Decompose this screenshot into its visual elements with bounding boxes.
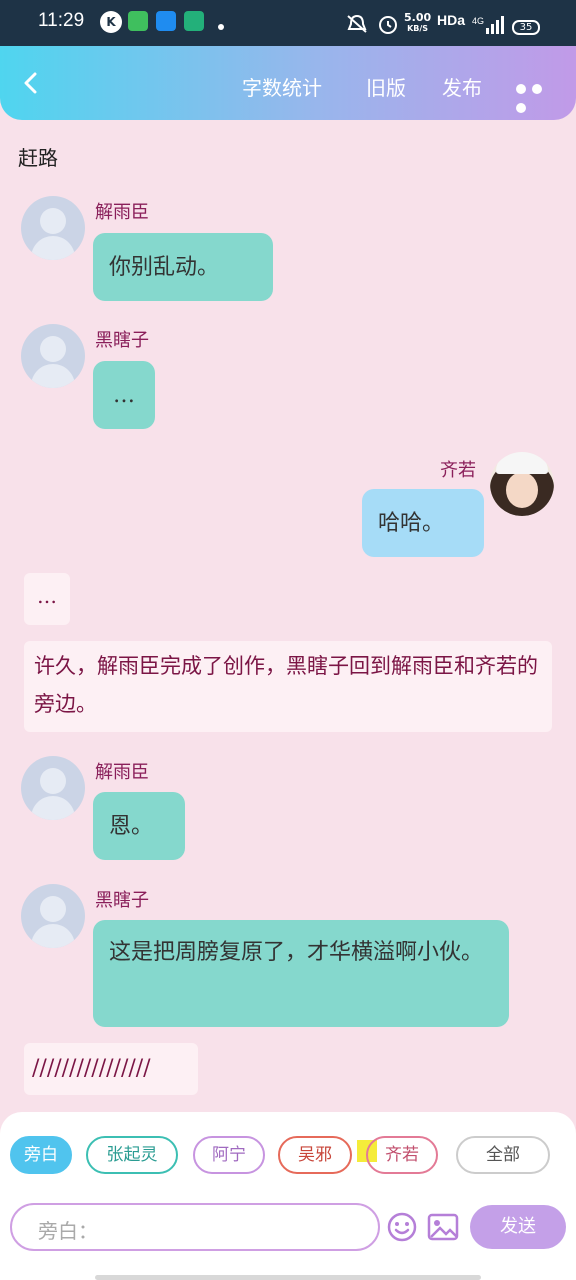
avatar[interactable] [21,756,85,820]
signal-type: 4G [472,16,485,26]
network-type: HDa [437,12,466,28]
sender-name: 解雨臣 [95,762,149,783]
more-options-icon[interactable] [516,79,560,113]
sender-name: 齐若 [440,460,476,481]
back-arrow-icon[interactable] [20,72,42,94]
k-app-icon: K [100,11,122,33]
notification-dot-icon [218,24,224,30]
word-count-button[interactable]: 字数统计 [242,72,322,101]
message-bubble[interactable]: 恩。 [93,792,185,860]
signal-icon [486,16,504,34]
video-app-icon [128,11,148,31]
narration-block[interactable]: … [24,573,70,625]
chat-title: 赶路 [18,146,58,170]
user-avatar[interactable] [490,452,554,516]
input-placeholder: 旁白： [38,1219,98,1243]
role-chip-narrator[interactable]: 旁白 [10,1136,72,1174]
role-chip[interactable]: 阿宁 [193,1136,265,1174]
message-bubble[interactable]: 这是把周膀复原了，才华横溢啊小伙。 [93,920,509,1027]
sender-name: 黑瞎子 [95,890,149,911]
message-bubble[interactable]: … [93,361,155,429]
avatar[interactable] [21,324,85,388]
home-indicator [95,1275,481,1280]
status-time: 11:29 [38,10,85,31]
emoji-icon[interactable] [386,1211,418,1243]
speed-value: 5.00 [404,11,432,24]
status-bar: 11:29 K 5.00 KB/S HDa 4G 35 [0,0,576,46]
message-input[interactable]: 旁白： [10,1203,380,1251]
role-chip[interactable]: 张起灵 [86,1136,178,1174]
image-icon[interactable] [427,1213,459,1241]
role-chip-all[interactable]: 全部 [456,1136,550,1174]
mute-bell-icon [347,14,367,33]
sender-name: 黑瞎子 [95,330,149,351]
role-chip[interactable]: 齐若 [366,1136,438,1174]
alarm-icon [379,16,397,34]
role-chip[interactable]: 吴邪 [278,1136,352,1174]
sender-name: 解雨臣 [95,202,149,223]
message-bubble[interactable]: 哈哈。 [362,489,484,557]
publish-button[interactable]: 发布 [442,72,482,101]
narration-block[interactable]: 许久，解雨臣完成了创作，黑瞎子回到解雨臣和齐若的旁边。 [24,641,552,732]
send-button[interactable]: 发送 [470,1205,566,1249]
speed-unit: KB/S [407,24,429,33]
message-bubble[interactable]: 你别乱动。 [93,233,273,301]
avatar[interactable] [21,884,85,948]
avatar[interactable] [21,196,85,260]
header-bar: 字数统计 旧版 发布 [0,46,576,120]
battery-icon: 35 [512,20,540,35]
narration-block[interactable]: //////////////// [24,1043,198,1095]
network-speed: 5.00 KB/S [404,12,431,34]
player-app-icon [156,11,176,31]
reader-app-icon [184,11,204,31]
old-version-button[interactable]: 旧版 [366,72,406,101]
